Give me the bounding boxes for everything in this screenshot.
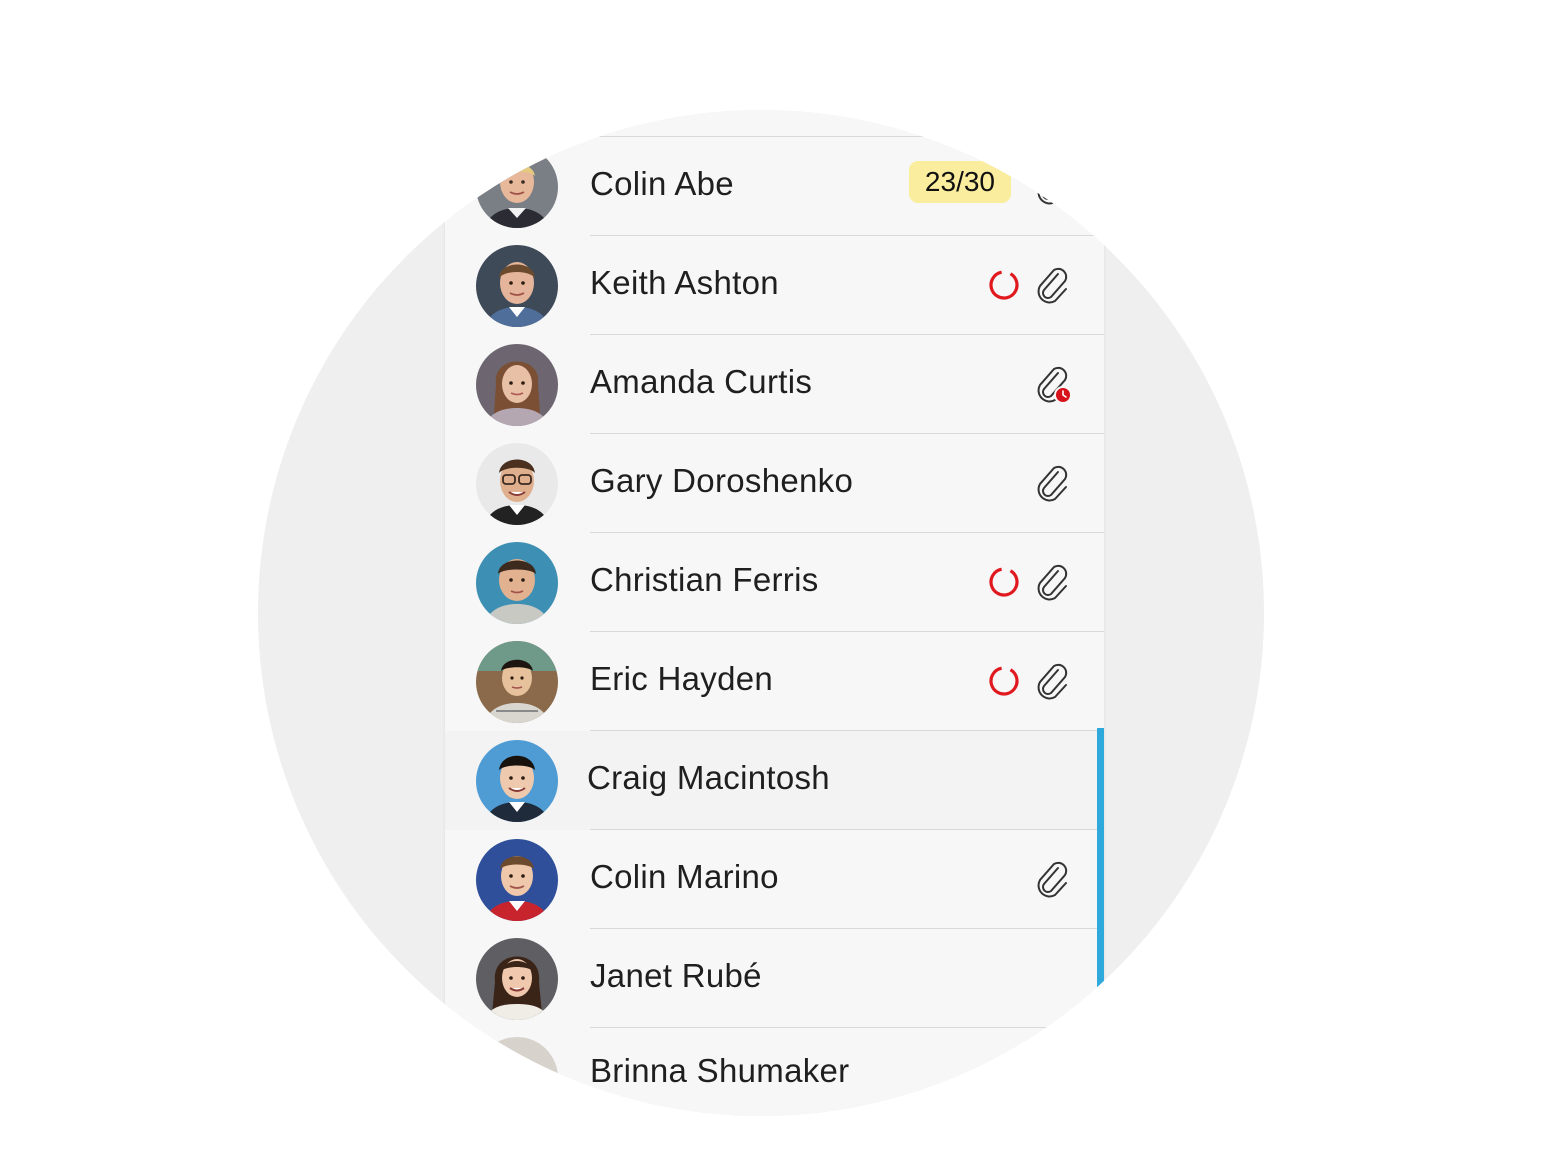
avatar — [476, 542, 558, 624]
student-name: Christian Ferris — [590, 561, 819, 598]
people-group-icon — [473, 110, 563, 122]
paperclip-icon[interactable] — [1032, 858, 1072, 898]
pending-ring-icon — [987, 268, 1021, 302]
avatar — [476, 1037, 558, 1116]
avatar — [476, 938, 558, 1020]
paperclip-icon[interactable] — [1032, 660, 1072, 700]
paperclip-icon[interactable] — [1032, 165, 1072, 205]
pending-ring-icon — [987, 664, 1021, 698]
paperclip-icon[interactable] — [1032, 264, 1072, 304]
student-name: Craig Macintosh — [587, 759, 830, 796]
student-row-colin-marino[interactable]: Colin Marino — [445, 830, 1104, 929]
student-name: Eric Hayden — [590, 660, 774, 697]
student-name: Brinna Shumaker — [590, 1052, 850, 1089]
paperclip-icon[interactable] — [1032, 561, 1072, 601]
avatar — [476, 839, 558, 921]
paperclip-icon[interactable] — [1032, 462, 1072, 502]
avatar — [476, 443, 558, 525]
student-row-craig-macintosh[interactable]: Craig Macintosh — [445, 731, 1104, 830]
paperclip-late-icon[interactable] — [1032, 363, 1072, 404]
student-row-brinna-shumaker[interactable]: Brinna Shumaker — [445, 1028, 1104, 1116]
selection-indicator-bar — [1097, 728, 1104, 1028]
shared-folder-count-badge: 4 — [1032, 66, 1074, 108]
student-name: Amanda Curtis — [590, 363, 813, 400]
avatar — [476, 740, 558, 822]
student-list-panel: Shared Folder 4 Colin Abe 23/30 Keith As… — [445, 66, 1104, 1116]
shared-folder-title: Shared Folder — [590, 66, 804, 103]
avatar — [476, 344, 558, 426]
student-row-eric-hayden[interactable]: Eric Hayden — [445, 632, 1104, 731]
student-row-colin-abe[interactable]: Colin Abe 23/30 — [445, 137, 1104, 236]
student-name: Colin Marino — [590, 858, 779, 895]
avatar — [476, 641, 558, 723]
student-row-gary-doroshenko[interactable]: Gary Doroshenko — [445, 434, 1104, 533]
shared-folder-row[interactable]: Shared Folder 4 — [445, 66, 1104, 137]
student-row-amanda-curtis[interactable]: Amanda Curtis — [445, 335, 1104, 434]
student-name: Janet Rubé — [590, 957, 762, 994]
student-row-janet-rube[interactable]: Janet Rubé — [445, 929, 1104, 1028]
student-name: Keith Ashton — [590, 264, 779, 301]
student-name: Colin Abe — [590, 165, 734, 202]
avatar — [476, 245, 558, 327]
pending-ring-icon — [987, 565, 1021, 599]
student-name: Gary Doroshenko — [590, 462, 854, 499]
student-row-keith-ashton[interactable]: Keith Ashton — [445, 236, 1104, 335]
student-row-christian-ferris[interactable]: Christian Ferris — [445, 533, 1104, 632]
panel-clip: Shared Folder 4 Colin Abe 23/30 Keith As… — [258, 66, 1264, 1116]
